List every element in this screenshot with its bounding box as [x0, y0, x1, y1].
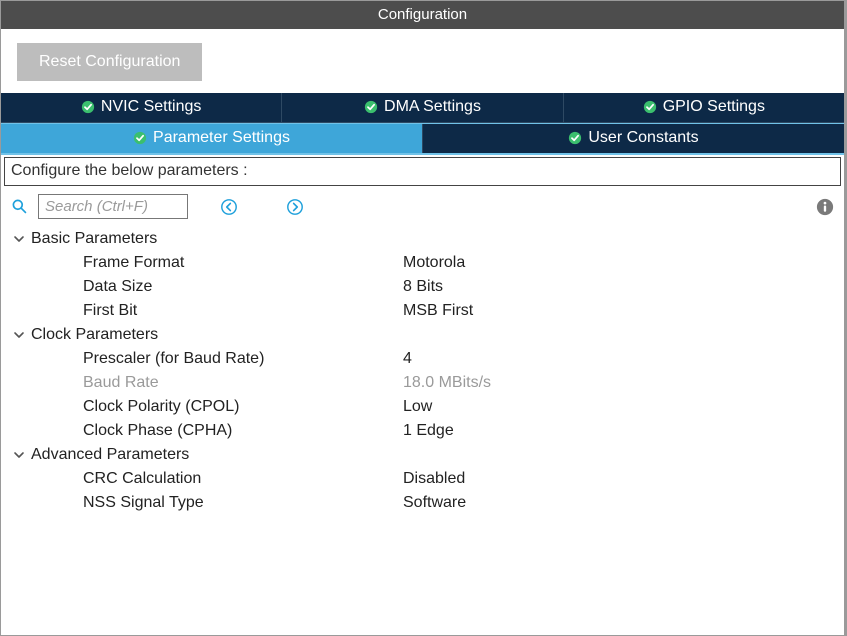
chevron-down-icon [13, 233, 25, 245]
tab-label: User Constants [588, 129, 698, 147]
param-value: 4 [403, 350, 412, 368]
search-bar [1, 186, 844, 225]
tab-user-constants[interactable]: User Constants [423, 124, 844, 153]
param-label: Prescaler (for Baud Rate) [83, 350, 403, 368]
tab-label: GPIO Settings [663, 98, 765, 116]
group-title: Clock Parameters [31, 326, 158, 344]
group-title: Basic Parameters [31, 230, 157, 248]
chevron-down-icon [13, 329, 25, 341]
param-value: Motorola [403, 254, 465, 272]
param-label: NSS Signal Type [83, 494, 403, 512]
param-label: First Bit [83, 302, 403, 320]
tab-label: NVIC Settings [101, 98, 201, 116]
param-label: Clock Phase (CPHA) [83, 422, 403, 440]
tabs: NVIC Settings DMA Settings GPIO Settings [1, 93, 844, 155]
prompt-text: Configure the below parameters : [4, 157, 841, 186]
param-crc-calculation[interactable]: CRC Calculation Disabled [11, 467, 838, 491]
param-label: CRC Calculation [83, 470, 403, 488]
param-value: 18.0 MBits/s [403, 374, 491, 392]
check-icon [568, 131, 582, 145]
info-icon[interactable] [816, 198, 834, 216]
check-icon [364, 100, 378, 114]
tab-parameter-settings[interactable]: Parameter Settings [1, 124, 423, 153]
param-frame-format[interactable]: Frame Format Motorola [11, 251, 838, 275]
toolbar: Reset Configuration [1, 29, 844, 93]
prev-result-button[interactable] [220, 198, 238, 216]
reset-configuration-button[interactable]: Reset Configuration [17, 43, 202, 81]
param-value: MSB First [403, 302, 473, 320]
param-label: Baud Rate [83, 374, 403, 392]
search-icon[interactable] [11, 198, 28, 215]
check-icon [81, 100, 95, 114]
panel-title: Configuration [1, 1, 844, 29]
param-value: 8 Bits [403, 278, 443, 296]
next-result-button[interactable] [286, 198, 304, 216]
param-value: Disabled [403, 470, 465, 488]
param-baud-rate: Baud Rate 18.0 MBits/s [11, 371, 838, 395]
param-label: Clock Polarity (CPOL) [83, 398, 403, 416]
chevron-down-icon [13, 449, 25, 461]
group-clock-parameters[interactable]: Clock Parameters [11, 323, 838, 347]
tab-label: DMA Settings [384, 98, 481, 116]
tab-label: Parameter Settings [153, 129, 290, 147]
param-cpol[interactable]: Clock Polarity (CPOL) Low [11, 395, 838, 419]
group-title: Advanced Parameters [31, 446, 189, 464]
param-value: 1 Edge [403, 422, 454, 440]
param-label: Frame Format [83, 254, 403, 272]
param-first-bit[interactable]: First Bit MSB First [11, 299, 838, 323]
param-value: Low [403, 398, 432, 416]
param-label: Data Size [83, 278, 403, 296]
group-advanced-parameters[interactable]: Advanced Parameters [11, 443, 838, 467]
tab-nvic-settings[interactable]: NVIC Settings [1, 93, 282, 122]
group-basic-parameters[interactable]: Basic Parameters [11, 227, 838, 251]
param-value: Software [403, 494, 466, 512]
param-prescaler[interactable]: Prescaler (for Baud Rate) 4 [11, 347, 838, 371]
search-input[interactable] [38, 194, 188, 219]
tab-dma-settings[interactable]: DMA Settings [282, 93, 563, 122]
param-nss-signal-type[interactable]: NSS Signal Type Software [11, 491, 838, 515]
param-data-size[interactable]: Data Size 8 Bits [11, 275, 838, 299]
parameters-tree: Basic Parameters Frame Format Motorola D… [1, 225, 844, 525]
tab-gpio-settings[interactable]: GPIO Settings [564, 93, 844, 122]
param-cpha[interactable]: Clock Phase (CPHA) 1 Edge [11, 419, 838, 443]
check-icon [643, 100, 657, 114]
configuration-panel: Configuration Reset Configuration NVIC S… [0, 0, 847, 636]
check-icon [133, 131, 147, 145]
